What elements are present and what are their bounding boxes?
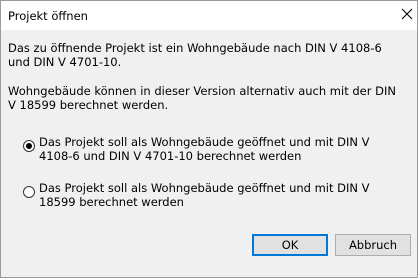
radio-selected-icon[interactable] [23, 140, 35, 152]
message-line-1: Das zu öffnende Projekt ist ein Wohngebä… [8, 41, 382, 69]
close-icon[interactable] [399, 5, 415, 23]
message-line-2: Wohngebäude können in dieser Version alt… [8, 84, 396, 112]
cancel-button[interactable]: Abbruch [335, 234, 411, 256]
ok-button[interactable]: OK [252, 234, 328, 256]
option-label-1[interactable]: Das Projekt soll als Wohngebäude geöffne… [39, 135, 389, 163]
title-bar: Projekt öffnen [1, 1, 417, 30]
dialog-window: Projekt öffnen Das zu öffnende Projekt i… [0, 0, 418, 278]
window-title: Projekt öffnen [8, 9, 88, 23]
option-label-2[interactable]: Das Projekt soll als Wohngebäude geöffne… [39, 181, 389, 209]
radio-unselected-icon[interactable] [23, 186, 35, 198]
